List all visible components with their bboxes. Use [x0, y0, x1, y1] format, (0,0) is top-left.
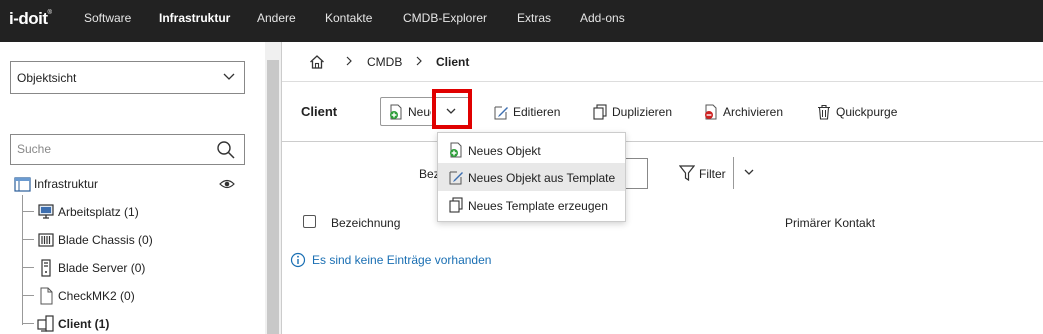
search-icon[interactable] [216, 140, 236, 163]
new-object-button-label[interactable]: Neues Objekt [408, 105, 431, 119]
chevron-down-icon [222, 69, 236, 86]
object-toolbar: Client Neues Objekt Editieren Dupliziere… [282, 82, 1043, 142]
column-header-bezeichnung[interactable]: Bezeichnung [331, 216, 400, 230]
nav-item-andere[interactable]: Andere [257, 11, 296, 25]
view-select[interactable]: Objektsicht [10, 61, 245, 94]
document-icon [37, 287, 55, 308]
nav-item-software[interactable]: Software [84, 11, 131, 25]
tree-item-checkmk2[interactable]: CheckMK2 (0) [22, 287, 262, 305]
menu-item-new-template[interactable]: Neues Template erzeugen [438, 191, 625, 219]
view-select-value: Objektsicht [17, 71, 77, 85]
infrastructure-icon [14, 177, 31, 196]
search-input[interactable] [17, 142, 207, 156]
tree-item-label: Blade Server (0) [58, 261, 146, 275]
column-header-primary-contact[interactable]: Primärer Kontakt [785, 216, 875, 230]
chevron-right-icon [344, 55, 354, 70]
tree-item-label: Arbeitsplatz (1) [58, 205, 139, 219]
new-object-dropdown-menu: Neues Objekt Neues Objekt aus Template N… [437, 132, 626, 222]
trash-icon [816, 104, 832, 123]
nav-item-infrastruktur[interactable]: Infrastruktur [159, 11, 230, 25]
filter-button[interactable]: Filter [678, 164, 726, 185]
sidebar-scrollbar-thumb[interactable] [267, 60, 279, 334]
archive-icon [703, 104, 719, 123]
top-navigation-bar: i-doit® Software Infrastruktur Andere Ko… [0, 0, 1043, 42]
copy-icon [448, 197, 464, 216]
tree-root-label: Infrastruktur [34, 177, 99, 191]
chevron-right-icon [414, 55, 424, 70]
edit-icon [493, 104, 509, 123]
funnel-icon [678, 165, 696, 185]
tree-item-blade-server[interactable]: Blade Server (0) [22, 259, 262, 277]
home-icon[interactable] [309, 54, 325, 73]
tree-root-infrastruktur[interactable]: Infrastruktur [14, 176, 98, 196]
highlight-box [432, 89, 472, 129]
add-icon [388, 104, 404, 123]
search-field[interactable] [10, 134, 245, 165]
tree-item-label: Blade Chassis (0) [58, 233, 153, 247]
quickpurge-button[interactable]: Quickpurge [816, 104, 906, 122]
tree-item-client[interactable]: Client (1) [22, 315, 262, 333]
duplicate-button[interactable]: Duplizieren [592, 104, 687, 122]
breadcrumb: CMDB Client [282, 42, 1043, 82]
blade-chassis-icon [37, 231, 55, 252]
tree-item-blade-chassis[interactable]: Blade Chassis (0) [22, 231, 262, 249]
menu-item-new-object[interactable]: Neues Objekt [438, 136, 625, 164]
archive-button[interactable]: Archivieren [703, 104, 793, 122]
app-logo[interactable]: i-doit® [9, 9, 52, 29]
nav-item-kontakte[interactable]: Kontakte [325, 11, 372, 25]
copy-icon [592, 104, 608, 123]
breadcrumb-item-current: Client [436, 55, 470, 69]
menu-item-new-object-from-template[interactable]: Neues Objekt aus Template [438, 163, 625, 191]
workstation-icon [37, 203, 55, 224]
add-icon [448, 142, 464, 161]
empty-state-message: Es sind keine Einträge vorhanden [290, 252, 491, 271]
nav-item-cmdb-explorer[interactable]: CMDB-Explorer [403, 11, 487, 25]
tree-item-arbeitsplatz[interactable]: Arbeitsplatz (1) [22, 203, 262, 221]
page-title: Client [301, 104, 338, 119]
tree-item-label: Client (1) [58, 317, 110, 331]
client-icon [37, 315, 55, 334]
chevron-down-icon[interactable] [742, 165, 756, 182]
breadcrumb-item-cmdb[interactable]: CMDB [367, 55, 402, 69]
eye-icon[interactable] [219, 178, 235, 193]
tree-item-label: CheckMK2 (0) [58, 289, 135, 303]
blade-server-icon [37, 259, 55, 280]
filter-input[interactable] [626, 158, 648, 189]
nav-item-add-ons[interactable]: Add-ons [580, 11, 625, 25]
edit-button[interactable]: Editieren [493, 104, 573, 122]
select-all-checkbox[interactable] [303, 215, 316, 228]
edit-icon [448, 169, 464, 188]
nav-item-extras[interactable]: Extras [517, 11, 551, 25]
info-icon [290, 252, 306, 271]
